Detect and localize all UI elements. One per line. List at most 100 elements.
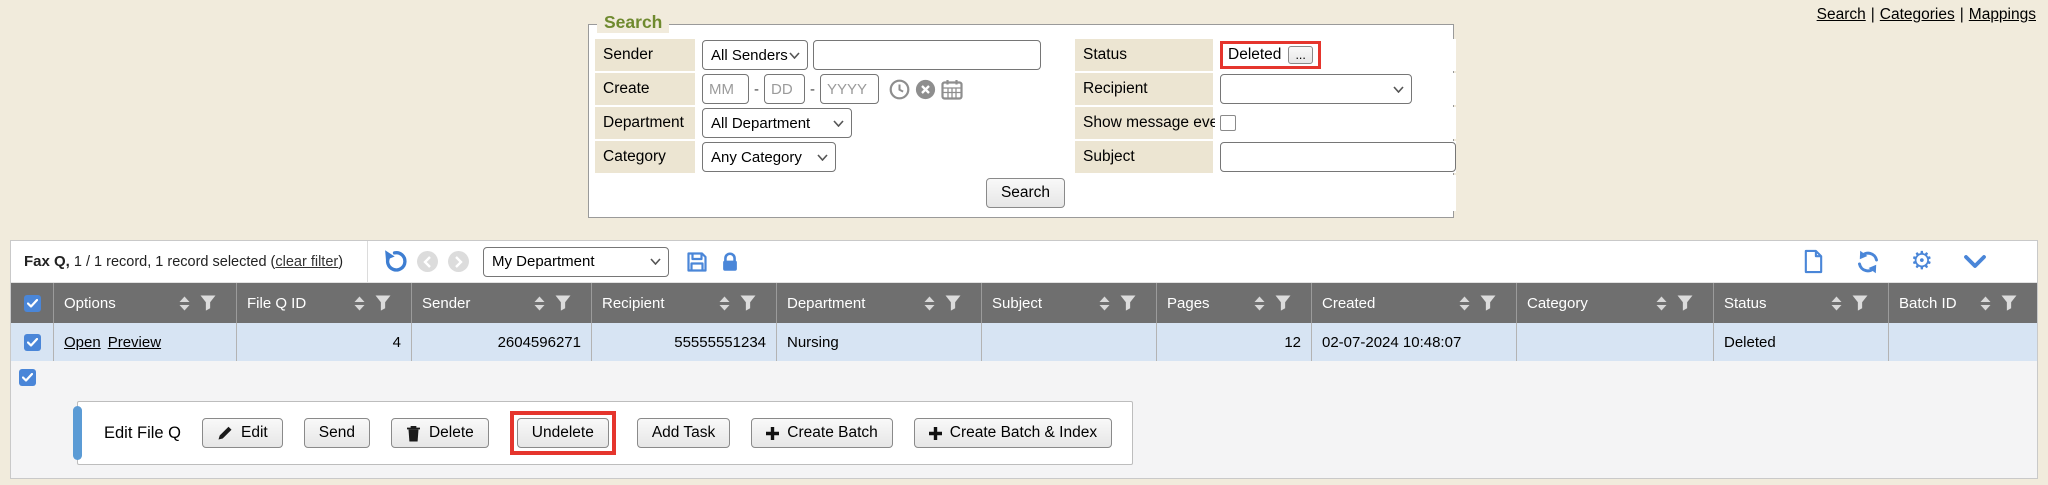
filter-icon[interactable] (1480, 295, 1496, 311)
column-header-recipient[interactable]: Recipient (591, 283, 776, 323)
row-cell-category (1516, 323, 1713, 361)
sender-type-select[interactable]: All Senders (702, 40, 808, 70)
column-label: Batch ID (1899, 295, 1957, 312)
preview-link[interactable]: Preview (108, 334, 161, 351)
show-message-events-field (1215, 107, 1456, 139)
show-message-events-checkbox[interactable] (1220, 115, 1236, 131)
column-header-department[interactable]: Department (776, 283, 981, 323)
sort-icon[interactable] (1979, 296, 1992, 311)
chevron-down-icon (1393, 86, 1404, 93)
view-department-select[interactable]: My Department (483, 247, 669, 277)
sort-icon[interactable] (1830, 296, 1843, 311)
sender-label: Sender (595, 39, 695, 71)
column-header-batch-id[interactable]: Batch ID (1888, 283, 2037, 323)
table-header-row: Options File Q ID Sender Recipient Depar… (11, 283, 2037, 323)
edit-button[interactable]: Edit (202, 418, 283, 448)
nav-forward-button[interactable] (448, 251, 469, 272)
calendar-icon[interactable] (941, 79, 963, 100)
nav-link-categories[interactable]: Categories (1880, 6, 1955, 23)
send-button[interactable]: Send (304, 418, 370, 448)
column-header-sender[interactable]: Sender (411, 283, 591, 323)
row-checkbox[interactable] (24, 334, 41, 351)
create-batch-button[interactable]: Create Batch (751, 418, 892, 448)
lock-icon (719, 250, 741, 274)
time-picker-icon[interactable] (889, 79, 910, 100)
filter-icon[interactable] (1120, 295, 1136, 311)
add-task-button[interactable]: Add Task (637, 418, 730, 448)
create-month-input[interactable] (702, 74, 749, 104)
select-all-checkbox[interactable] (24, 295, 41, 312)
column-header-subject[interactable]: Subject (981, 283, 1156, 323)
row-cell-department: Nursing (776, 323, 981, 361)
clear-filter-link[interactable]: clear filter (275, 254, 338, 270)
clear-date-icon[interactable] (915, 79, 936, 100)
status-more-button[interactable]: ... (1288, 46, 1312, 64)
column-header-category[interactable]: Category (1516, 283, 1713, 323)
create-batch-index-button[interactable]: Create Batch & Index (914, 418, 1112, 448)
filter-icon[interactable] (945, 295, 961, 311)
footer-select-all-checkbox[interactable] (19, 369, 36, 386)
column-header-status[interactable]: Status (1713, 283, 1888, 323)
check-icon (27, 299, 38, 308)
collapse-button[interactable] (1963, 253, 1987, 271)
recipient-select[interactable] (1220, 74, 1412, 104)
filter-icon[interactable] (375, 295, 391, 311)
subject-input[interactable] (1220, 142, 1456, 172)
record-count-text: 1 / 1 record, 1 record selected ( (70, 254, 276, 270)
nav-link-mappings[interactable]: Mappings (1969, 6, 2036, 23)
sort-icon[interactable] (1655, 296, 1668, 311)
sort-icon[interactable] (1253, 296, 1266, 311)
create-day-input[interactable] (764, 74, 805, 104)
search-button[interactable]: Search (986, 178, 1065, 208)
sort-icon[interactable] (533, 296, 546, 311)
sort-icon[interactable] (718, 296, 731, 311)
show-message-events-label: Show message events (1075, 107, 1213, 139)
department-label: Department (595, 107, 695, 139)
create-batch-button-label: Create Batch (787, 424, 877, 442)
sort-icon[interactable] (1098, 296, 1111, 311)
sort-icon[interactable] (1458, 296, 1471, 311)
filter-icon[interactable] (1275, 295, 1291, 311)
sender-input[interactable] (813, 40, 1041, 70)
column-label: Recipient (602, 295, 665, 312)
sort-icon[interactable] (178, 296, 191, 311)
refresh-button[interactable] (1855, 250, 1881, 274)
undelete-button[interactable]: Undelete (517, 418, 609, 448)
create-batch-index-button-label: Create Batch & Index (950, 424, 1097, 442)
lock-button[interactable] (719, 250, 741, 274)
sort-icon[interactable] (923, 296, 936, 311)
nav-back-button[interactable] (417, 251, 438, 272)
department-select[interactable]: All Department (702, 108, 852, 138)
settings-button[interactable]: ⚙ (1911, 249, 1933, 274)
create-year-input[interactable] (820, 74, 879, 104)
sender-type-select-value: All Senders (711, 47, 788, 64)
table-row: Open Preview 4 2604596271 55555551234 Nu… (11, 323, 2037, 361)
filter-icon[interactable] (740, 295, 756, 311)
category-select[interactable]: Any Category (702, 142, 836, 172)
sort-icon[interactable] (353, 296, 366, 311)
filter-icon[interactable] (200, 295, 216, 311)
filter-icon[interactable] (1852, 295, 1868, 311)
filter-icon[interactable] (1677, 295, 1693, 311)
column-header-file-q-id[interactable]: File Q ID (236, 283, 411, 323)
undo-icon (382, 249, 407, 274)
create-field: - - (697, 73, 1073, 105)
column-header-pages[interactable]: Pages (1156, 283, 1311, 323)
trash-icon (406, 425, 421, 442)
open-link[interactable]: Open (64, 334, 101, 351)
filter-icon[interactable] (2001, 295, 2017, 311)
filter-icon[interactable] (555, 295, 571, 311)
column-header-options[interactable]: Options (53, 283, 236, 323)
row-cell-file-q-id: 4 (236, 323, 411, 361)
delete-button[interactable]: Delete (391, 418, 489, 448)
nav-link-search[interactable]: Search (1817, 6, 1866, 23)
chevron-down-icon (817, 154, 828, 161)
column-header-created[interactable]: Created (1311, 283, 1516, 323)
undo-button[interactable] (382, 249, 407, 274)
save-view-button[interactable] (685, 250, 709, 274)
row-cell-sender: 2604596271 (411, 323, 591, 361)
recipient-field (1215, 73, 1456, 105)
toolbar-right-icons: ⚙ (1774, 249, 2037, 274)
new-record-button[interactable] (1802, 249, 1825, 274)
panel-label: Edit File Q (104, 424, 181, 443)
